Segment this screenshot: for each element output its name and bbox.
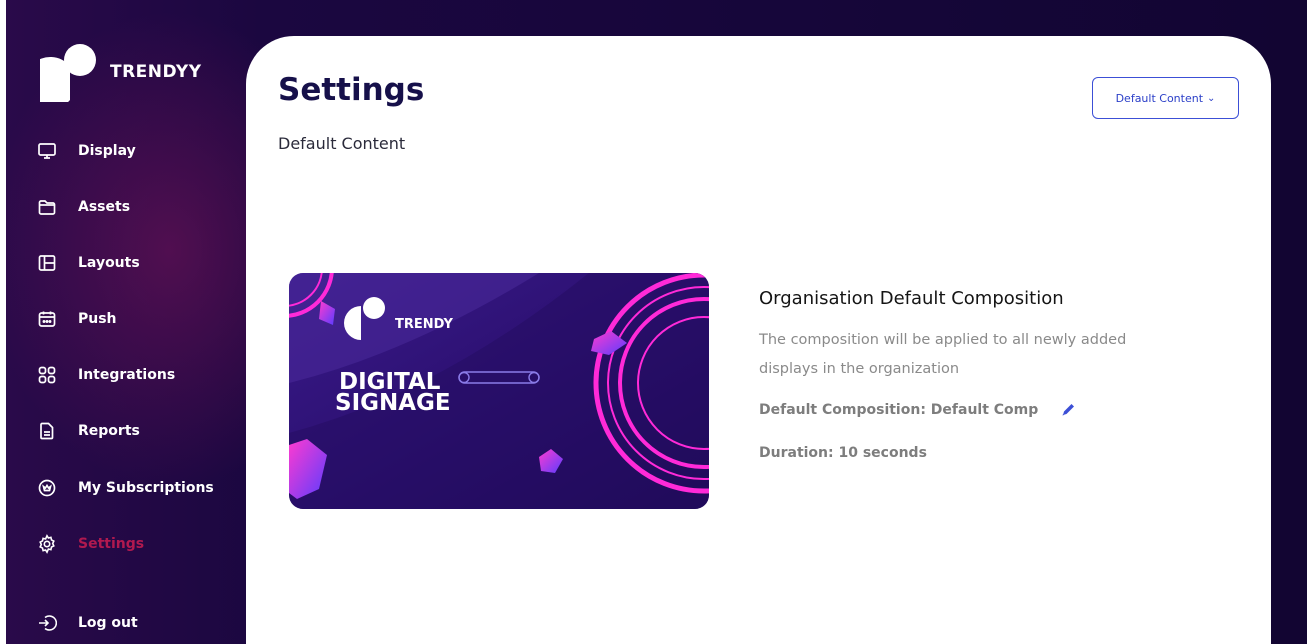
sidebar-item-settings[interactable]: Settings <box>36 530 144 558</box>
sidebar-item-label: Integrations <box>78 367 176 383</box>
sidebar: TRENDYY Display Assets Layouts Push Inte… <box>6 0 246 644</box>
sidebar-item-integrations[interactable]: Integrations <box>36 361 175 389</box>
default-composition-row: Default Composition: Default Comp <box>759 402 1076 418</box>
dropdown-selected-value: Default Content <box>1115 91 1204 105</box>
digital-signage-image: TRENDY DIGITAL SIGNAGE <box>289 273 709 509</box>
sidebar-item-label: Display <box>78 143 136 159</box>
sidebar-item-label: My Subscriptions <box>78 480 214 496</box>
sidebar-item-push[interactable]: Push <box>36 305 117 333</box>
layout-icon <box>36 252 58 274</box>
sidebar-item-reports[interactable]: Reports <box>36 417 140 445</box>
brand[interactable]: TRENDYY <box>40 42 202 102</box>
sidebar-item-label: Assets <box>78 199 131 215</box>
thumbnail-line2: SIGNAGE <box>335 390 451 416</box>
monitor-icon <box>36 140 58 162</box>
pencil-icon[interactable] <box>1060 402 1076 418</box>
composition-title: Organisation Default Composition <box>759 288 1064 309</box>
calendar-icon <box>36 308 58 330</box>
page-subtitle: Default Content <box>278 134 406 153</box>
sidebar-item-display[interactable]: Display <box>36 137 136 165</box>
default-content-dropdown[interactable]: Default Content ⌄ <box>1092 77 1239 119</box>
main-panel: Settings Default Content Default Content… <box>246 36 1271 644</box>
sidebar-item-label: Settings <box>78 536 145 552</box>
logout-icon <box>36 612 58 634</box>
sidebar-item-label: Reports <box>78 423 140 439</box>
page-title: Settings <box>278 72 425 108</box>
logout-label: Log out <box>78 615 138 631</box>
composition-description: The composition will be applied to all n… <box>759 332 1127 377</box>
grid-icon <box>36 364 58 386</box>
sidebar-item-label: Push <box>78 311 117 327</box>
sidebar-item-layouts[interactable]: Layouts <box>36 249 140 277</box>
composition-thumbnail[interactable]: TRENDY DIGITAL SIGNAGE <box>289 273 709 509</box>
sidebar-item-assets[interactable]: Assets <box>36 193 130 221</box>
logout-button[interactable]: Log out <box>36 609 138 637</box>
trendyy-logo-icon <box>40 44 96 102</box>
thumbnail-brand-text: TRENDY <box>395 317 453 332</box>
chevron-down-icon: ⌄ <box>1207 92 1216 104</box>
brand-name: TRENDYY <box>110 62 202 82</box>
folder-icon <box>36 196 58 218</box>
sidebar-item-label: Layouts <box>78 255 140 271</box>
document-icon <box>36 420 58 442</box>
gear-icon <box>36 533 58 555</box>
sidebar-item-my-subscriptions[interactable]: My Subscriptions <box>36 474 214 502</box>
duration-label: Duration: 10 seconds <box>759 445 927 461</box>
app-background: TRENDYY Display Assets Layouts Push Inte… <box>0 0 1307 644</box>
badge-icon <box>36 477 58 499</box>
default-composition-label: Default Composition: Default Comp <box>759 402 1039 418</box>
